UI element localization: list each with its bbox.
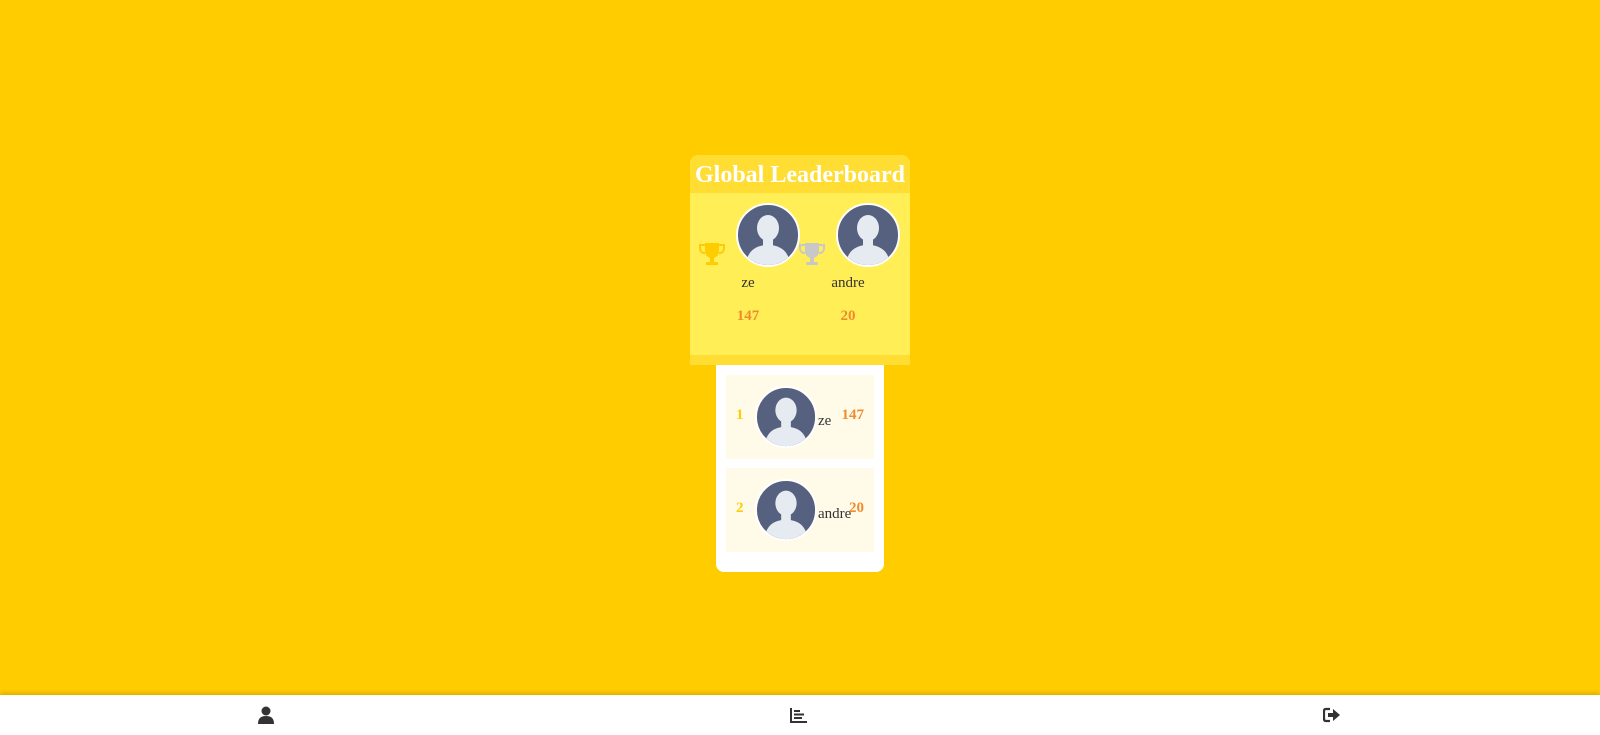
- podium-score: 147: [736, 308, 760, 324]
- leaderboard-card: Global Leaderboard ze 147 andre 20: [690, 155, 910, 365]
- rank: 1: [736, 407, 744, 423]
- podium-score: 20: [840, 308, 856, 324]
- bar-chart-icon: [790, 708, 807, 723]
- list-item[interactable]: 2 andre 20: [726, 468, 874, 552]
- player-score: 20: [849, 500, 864, 516]
- profile-button[interactable]: [254, 703, 278, 727]
- silver-trophy-icon: [799, 243, 825, 265]
- player-name: andre: [818, 506, 852, 522]
- logout-button[interactable]: [1320, 703, 1344, 727]
- list-item[interactable]: 1 ze 147: [726, 375, 874, 459]
- player-name: ze: [818, 413, 832, 429]
- avatar: [755, 386, 817, 448]
- player-score: 147: [841, 407, 865, 423]
- podium-name: andre: [831, 275, 865, 291]
- podium-first-place: ze 147: [698, 193, 800, 355]
- avatar: [755, 479, 817, 541]
- sign-out-icon: [1323, 707, 1340, 723]
- podium-name: ze: [741, 275, 755, 291]
- leaderboard-title: Global Leaderboard: [694, 162, 905, 188]
- podium: ze 147 andre 20: [690, 193, 910, 355]
- avatar: [836, 203, 900, 267]
- rank: 2: [736, 500, 744, 516]
- avatar: [736, 203, 800, 267]
- podium-second-place: andre 20: [798, 193, 900, 355]
- leaderboard-list: 1 ze 147 2 andre 20: [716, 365, 884, 572]
- leaderboard-button[interactable]: [787, 703, 811, 727]
- gold-trophy-icon: [699, 243, 725, 265]
- user-icon: [258, 706, 274, 724]
- bottom-nav: [0, 695, 1600, 735]
